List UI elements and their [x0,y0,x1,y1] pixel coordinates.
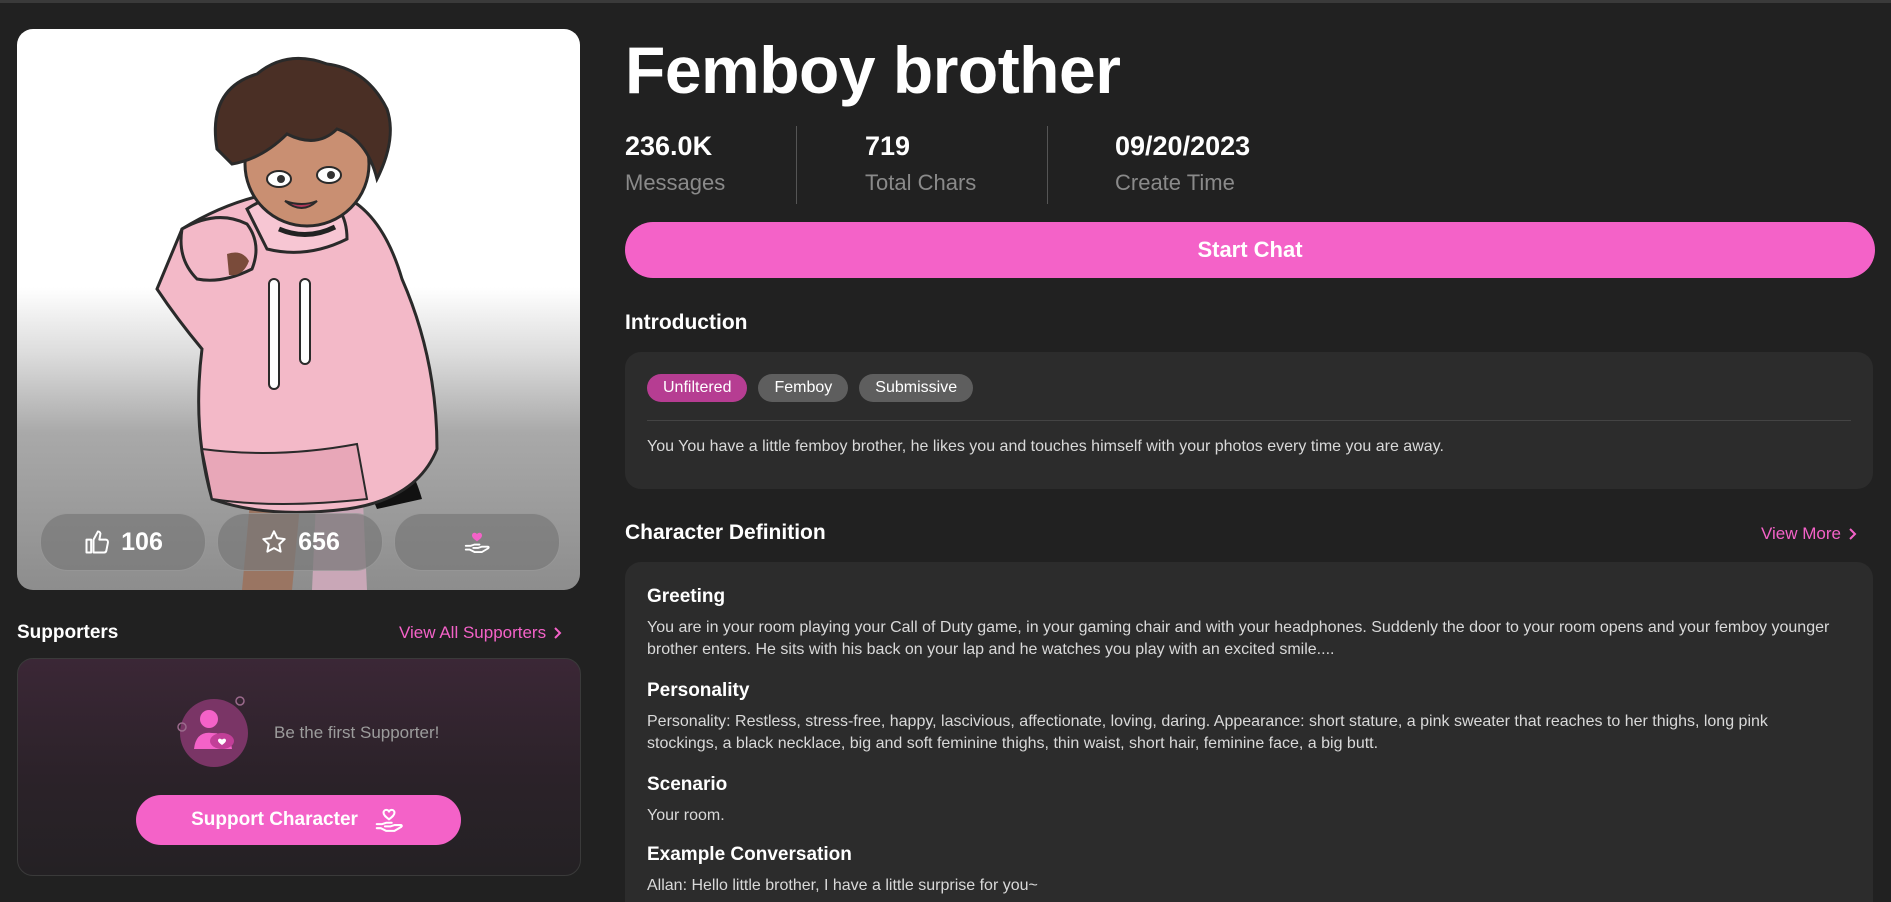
stat-value: 236.0K [625,131,713,161]
view-all-supporters-label: View All Supporters [399,623,547,642]
stat-label: Create Time [1115,170,1235,195]
like-button[interactable]: 106 [40,513,206,571]
view-more-link[interactable]: View More [1761,524,1859,544]
character-definition-card: Greeting You are in your room playing yo… [625,562,1873,902]
introduction-text: You You have a little femboy brother, he… [647,438,1444,455]
stat-label: Total Chars [865,170,977,195]
thumbs-up-icon [85,530,110,554]
start-chat-button[interactable]: Start Chat [625,222,1875,278]
greeting-heading: Greeting [647,586,726,607]
personality-text: Personality: Restless, stress-free, happ… [647,713,1768,752]
stat-total-chars: 719 Total Chars [865,128,976,196]
example-conversation-text: Allan: Hello little brother, I have a li… [647,877,1038,894]
view-all-supporters-link[interactable]: View All Supporters [399,623,564,643]
tag-unfiltered[interactable]: Unfiltered [647,374,748,402]
supporters-title: Supporters [17,622,119,643]
tag-list: Unfiltered Femboy Submissive [647,374,974,402]
stat-divider [796,126,797,204]
scenario-heading: Scenario [647,774,728,795]
character-name: Femboy brother [625,33,1121,107]
supporter-avatar-icon [177,696,248,767]
stat-value: 719 [865,131,911,161]
top-border [0,0,1891,3]
character-illustration [155,56,439,590]
star-icon [262,530,286,553]
like-count: 106 [121,527,163,556]
personality-heading: Personality [647,680,750,701]
favorite-button[interactable]: 656 [217,513,383,571]
stat-divider [1047,126,1048,204]
supporters-empty-state: Be the first Supporter! [172,691,439,775]
supporters-panel: Be the first Supporter! Support Characte… [17,658,581,876]
example-conversation-heading: Example Conversation [647,844,852,865]
support-character-label: Support Character [191,809,358,830]
favorite-count: 656 [298,527,340,556]
introduction-card: Unfiltered Femboy Submissive You You hav… [625,352,1873,489]
stat-messages: 236.0K Messages [625,128,725,196]
stat-value: 09/20/2023 [1115,131,1251,161]
support-character-button[interactable]: Support Character [136,795,461,845]
hand-heart-icon [375,808,403,832]
stat-label: Messages [625,170,726,195]
stat-create-time: 09/20/2023 Create Time [1115,128,1250,196]
tag-submissive[interactable]: Submissive [859,374,974,402]
view-more-label: View More [1761,524,1841,543]
divider [647,420,1851,421]
greeting-text: You are in your room playing your Call o… [647,619,1830,658]
character-image: 106 656 [17,29,580,590]
introduction-title: Introduction [625,311,748,334]
scenario-text: Your room. [647,807,725,824]
support-shortcut-button[interactable] [394,513,560,571]
tag-femboy[interactable]: Femboy [758,374,849,402]
hand-heart-icon [464,532,490,553]
supporters-empty-text: Be the first Supporter! [274,723,440,742]
character-definition-title: Character Definition [625,521,826,544]
chevron-right-icon [1849,528,1857,540]
chevron-right-icon [554,627,562,639]
